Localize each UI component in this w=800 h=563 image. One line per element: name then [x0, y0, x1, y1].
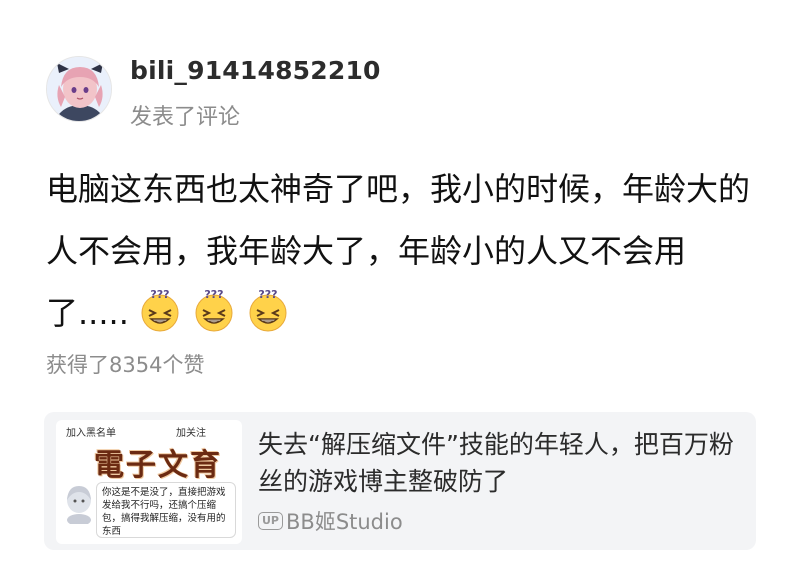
video-thumbnail: 加入黑名单 加关注 電子文育 你这是不是没了，直接把游戏发给我不行吗，还搞个压缩…	[56, 420, 242, 544]
comment-body: 电脑这东西也太神奇了吧，我小的时候，年龄大的人不会用，我年龄大了，年龄小的人又不…	[46, 158, 766, 344]
video-author[interactable]: UP BB姬Studio	[258, 508, 403, 534]
avatar-image	[47, 57, 111, 121]
username[interactable]: bili_91414852210	[130, 56, 381, 85]
up-badge-icon: UP	[258, 512, 283, 530]
thumbnail-topright-text: 加关注	[176, 428, 206, 439]
svg-text:???: ???	[204, 288, 223, 301]
likes-count: 获得了8354个赞	[46, 353, 205, 377]
video-title[interactable]: 失去“解压缩文件”技能的年轻人，把百万粉丝的游戏博主整破防了	[258, 426, 738, 500]
linked-video-card[interactable]: 加入黑名单 加关注 電子文育 你这是不是没了，直接把游戏发给我不行吗，还搞个压缩…	[44, 412, 756, 550]
dizzy-face-emoji-icon: ???	[191, 288, 237, 334]
comment-action-label: 发表了评论	[130, 105, 241, 130]
thumbnail-character-icon	[67, 486, 91, 524]
video-author-name: BB姬Studio	[286, 510, 403, 534]
dizzy-face-emoji-icon: ???	[245, 288, 291, 334]
svg-text:???: ???	[258, 288, 277, 301]
dizzy-face-emoji-icon: ???	[137, 288, 183, 334]
avatar[interactable]	[46, 56, 112, 122]
thumbnail-topleft-text: 加入黑名单	[66, 428, 116, 439]
svg-text:???: ???	[150, 288, 169, 301]
thumbnail-brand-text: 電子文育	[94, 448, 222, 483]
thumbnail-speech-bubble: 你这是不是没了，直接把游戏发给我不行吗，还搞个压缩包，搞得我解压缩，没有用的东西	[96, 482, 236, 538]
